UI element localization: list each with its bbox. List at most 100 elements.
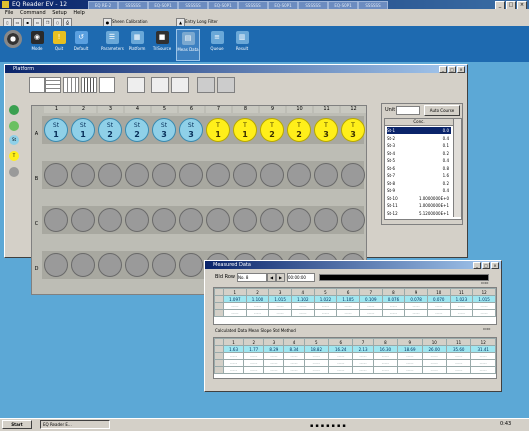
table-cell[interactable]: ----- bbox=[268, 309, 292, 317]
conc-row[interactable]: St-7 1.6 bbox=[387, 172, 451, 179]
table-cell[interactable]: 0.109 bbox=[358, 295, 383, 303]
table-cell[interactable]: 0.070 bbox=[426, 295, 451, 303]
plate-well[interactable]: T3 bbox=[314, 118, 338, 142]
blank-icon[interactable] bbox=[9, 121, 19, 131]
plate-well[interactable] bbox=[206, 208, 230, 232]
conc-row[interactable]: St-4 0.2 bbox=[387, 150, 451, 157]
measured-table[interactable]: 1 2 3 4 5 6 7 8 9 10 11 12 1.097 1.100 1.015 1.102 1.022… bbox=[213, 287, 497, 325]
plate-well[interactable] bbox=[44, 208, 68, 232]
plate-well[interactable] bbox=[341, 163, 365, 187]
table-cell[interactable]: ----- bbox=[303, 366, 330, 374]
minimize-icon[interactable]: _ bbox=[439, 66, 447, 73]
table-cell[interactable]: 10 bbox=[421, 338, 447, 346]
table-cell[interactable]: ----- bbox=[290, 302, 315, 310]
table-cell[interactable]: ----- bbox=[397, 359, 423, 367]
plate-well[interactable]: St 2 bbox=[125, 118, 149, 142]
clear-icon[interactable] bbox=[197, 77, 215, 93]
table-cell[interactable]: 1.63 bbox=[222, 345, 245, 353]
mode-button[interactable]: ◉ Mode bbox=[26, 29, 48, 59]
conc-row[interactable]: St-3 0.1 bbox=[387, 142, 451, 149]
table-cell[interactable]: ----- bbox=[245, 302, 270, 310]
table-cell[interactable]: 31.41 bbox=[470, 345, 496, 353]
plate-well[interactable]: T2 bbox=[260, 118, 284, 142]
menu-help[interactable]: Help bbox=[73, 10, 84, 16]
table-cell[interactable]: 10 bbox=[426, 288, 451, 296]
empty-well-icon[interactable] bbox=[9, 167, 19, 177]
plate-well[interactable]: T1 bbox=[206, 118, 230, 142]
table-cell[interactable]: ----- bbox=[449, 309, 474, 317]
table-cell[interactable]: ----- bbox=[283, 366, 305, 374]
plate-well[interactable] bbox=[341, 208, 365, 232]
calc-chart-icon[interactable]: ▭▭ bbox=[483, 326, 493, 332]
plate-well[interactable]: St 1 bbox=[44, 118, 68, 142]
table-cell[interactable]: 1.105 bbox=[336, 295, 360, 303]
plate-well[interactable] bbox=[260, 163, 284, 187]
table-cell[interactable]: ----- bbox=[268, 302, 292, 310]
plate-well[interactable] bbox=[152, 163, 176, 187]
plate-well[interactable] bbox=[233, 208, 257, 232]
prev-icon[interactable]: ◀ bbox=[267, 273, 276, 282]
table-cell[interactable]: 18.69 bbox=[397, 345, 423, 353]
table-cell[interactable]: 1.77 bbox=[243, 345, 265, 353]
plate-well[interactable] bbox=[125, 253, 149, 277]
table-cell[interactable]: ----- bbox=[445, 359, 472, 367]
maximize-icon[interactable]: □ bbox=[482, 262, 490, 269]
table-cell[interactable]: ----- bbox=[421, 359, 447, 367]
table-cell[interactable]: ----- bbox=[263, 359, 285, 367]
maximize-icon[interactable]: □ bbox=[448, 66, 456, 73]
conc-scrollbar[interactable] bbox=[453, 119, 461, 217]
table-cell[interactable]: 16.24 bbox=[328, 345, 354, 353]
auto-course-button[interactable]: Auto Course bbox=[424, 105, 460, 116]
trisource-button[interactable]: ■ TriSource bbox=[151, 29, 173, 59]
table-cell[interactable]: 5 bbox=[313, 288, 338, 296]
table-cell[interactable]: ----- bbox=[243, 359, 265, 367]
plate-well[interactable] bbox=[71, 163, 95, 187]
sample-icon[interactable] bbox=[9, 105, 19, 115]
conc-row[interactable]: St-9 0.4 bbox=[387, 187, 451, 194]
fill-up-icon[interactable] bbox=[127, 77, 145, 93]
table-cell[interactable]: ----- bbox=[263, 352, 285, 360]
table-cell[interactable]: 1.023 bbox=[449, 295, 474, 303]
table-cell[interactable]: 1 bbox=[223, 288, 247, 296]
table-cell[interactable]: 12 bbox=[470, 338, 496, 346]
disc-icon[interactable] bbox=[4, 30, 22, 48]
table-cell[interactable]: 11 bbox=[449, 288, 474, 296]
table-cell[interactable]: 4 bbox=[283, 338, 305, 346]
chart-icon[interactable]: ▭▭ bbox=[481, 280, 493, 286]
conc-row[interactable]: St-12 5.1200000E+1 bbox=[387, 210, 451, 217]
plate-well[interactable]: St 3 bbox=[152, 118, 176, 142]
table-cell[interactable]: ----- bbox=[470, 352, 496, 360]
table-cell[interactable]: ----- bbox=[222, 352, 245, 360]
plate-well[interactable] bbox=[314, 163, 338, 187]
plate-well[interactable] bbox=[152, 208, 176, 232]
table-cell[interactable]: ----- bbox=[290, 309, 315, 317]
table-cell[interactable]: 1.015 bbox=[472, 295, 496, 303]
plate-well[interactable] bbox=[287, 163, 311, 187]
standard-icon[interactable]: St bbox=[9, 135, 19, 145]
table-cell[interactable]: 12 bbox=[472, 288, 496, 296]
plate-well[interactable]: St 1 bbox=[71, 118, 95, 142]
plate-well[interactable] bbox=[98, 208, 122, 232]
result-button[interactable]: ▥ Result bbox=[231, 29, 253, 59]
table-cell[interactable]: ----- bbox=[397, 352, 423, 360]
table-cell[interactable]: ----- bbox=[303, 352, 330, 360]
table-cell[interactable]: 3 bbox=[263, 338, 285, 346]
plate-well[interactable] bbox=[206, 163, 230, 187]
table-cell[interactable]: ----- bbox=[313, 302, 338, 310]
conc-row[interactable]: St-5 0.4 bbox=[387, 157, 451, 164]
table-cell[interactable]: ----- bbox=[372, 359, 399, 367]
table-cell[interactable]: ----- bbox=[372, 352, 399, 360]
table-cell[interactable]: 8 bbox=[381, 288, 406, 296]
table-cell[interactable]: ----- bbox=[426, 309, 451, 317]
table-cell[interactable]: 9 bbox=[397, 338, 423, 346]
table-cell[interactable]: ----- bbox=[223, 302, 247, 310]
parameters-button[interactable]: ☰ Parameters bbox=[101, 29, 124, 59]
plate-well[interactable] bbox=[287, 208, 311, 232]
table-cell[interactable]: 3 bbox=[268, 288, 292, 296]
table-cell[interactable]: 7 bbox=[358, 288, 383, 296]
row-select[interactable]: No. 8 bbox=[237, 273, 267, 282]
plate-well[interactable] bbox=[71, 253, 95, 277]
table-cell[interactable]: 1 bbox=[222, 338, 245, 346]
table-cell[interactable]: 5 bbox=[303, 338, 330, 346]
plate-well[interactable] bbox=[125, 163, 149, 187]
